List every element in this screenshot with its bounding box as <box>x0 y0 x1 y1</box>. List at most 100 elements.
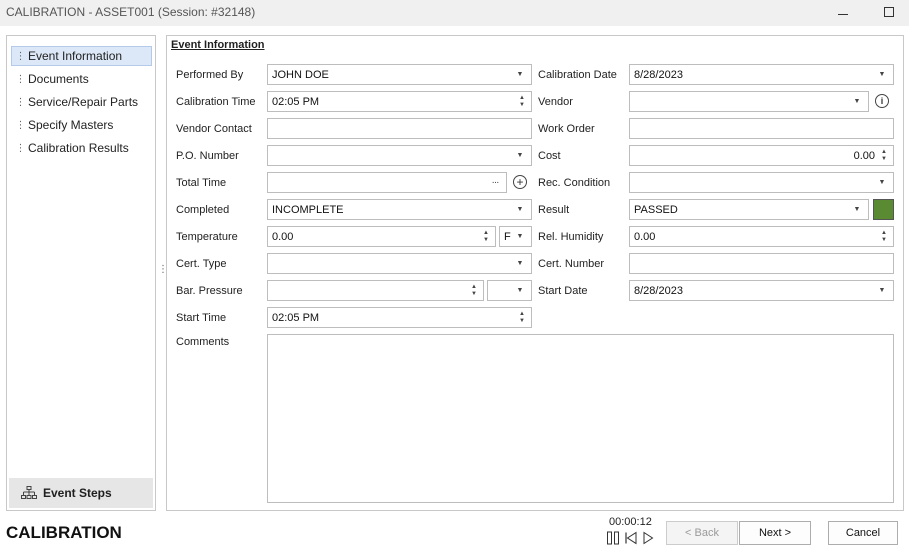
chevron-down-icon: ▼ <box>516 152 524 159</box>
rel-humidity-label: Rel. Humidity <box>538 231 604 243</box>
spinner-arrows-icon[interactable]: ▲ ▼ <box>879 149 889 163</box>
vendor-contact-label: Vendor Contact <box>176 123 252 135</box>
cert-type-label: Cert. Type <box>176 258 227 270</box>
comments-label: Comments <box>176 336 230 348</box>
event-steps-label: Event Steps <box>43 486 112 500</box>
grip-dots-icon: ⋮ <box>15 50 26 62</box>
ellipsis-icon[interactable]: ··· <box>488 177 502 188</box>
grip-dots-icon: ⋮ <box>15 142 26 154</box>
calibration-date-label: Calibration Date <box>538 69 617 81</box>
po-number-label: P.O. Number <box>176 150 239 162</box>
play-button[interactable] <box>642 531 654 545</box>
title-bar: CALIBRATION - ASSET001 (Session: #32148) <box>0 0 909 26</box>
minimize-icon <box>838 13 848 15</box>
sidebar-item-label: Event Information <box>28 49 123 63</box>
spinner-arrows-icon[interactable]: ▲ ▼ <box>481 230 491 244</box>
calibration-date-picker[interactable]: 8/28/2023 ▼ <box>629 64 894 85</box>
chevron-down-icon: ▼ <box>878 179 886 186</box>
section-title: Event Information <box>171 39 265 51</box>
total-time-label: Total Time <box>176 177 227 189</box>
chevron-down-icon: ▼ <box>878 71 886 78</box>
total-time-input[interactable]: ··· <box>267 172 507 193</box>
info-icon[interactable]: i <box>875 94 889 108</box>
completed-label: Completed <box>176 204 230 216</box>
performed-by-label: Performed By <box>176 69 244 81</box>
event-steps-tab[interactable]: Event Steps <box>9 478 153 508</box>
vendor-label: Vendor <box>538 96 573 108</box>
performed-by-select[interactable]: JOHN DOE ▼ <box>267 64 532 85</box>
comments-textarea[interactable] <box>267 334 894 503</box>
page-title: CALIBRATION <box>6 523 122 542</box>
bar-pressure-unit-select[interactable]: ▼ <box>487 280 532 301</box>
spinner-arrows-icon[interactable]: ▲ ▼ <box>517 95 527 109</box>
play-icon <box>643 531 654 545</box>
grip-dots-icon: ⋮ <box>15 96 26 108</box>
next-button[interactable]: Next > <box>739 521 811 545</box>
bar-pressure-label: Bar. Pressure <box>176 285 243 297</box>
grip-dots-icon: ⋮ <box>15 119 26 131</box>
chevron-down-icon: ▼ <box>853 206 861 213</box>
start-date-picker[interactable]: 8/28/2023 ▼ <box>629 280 894 301</box>
chevron-down-icon: ▼ <box>878 287 886 294</box>
restart-button[interactable] <box>624 531 638 545</box>
cost-label: Cost <box>538 150 561 162</box>
completed-select[interactable]: INCOMPLETE ▼ <box>267 199 532 220</box>
start-date-label: Start Date <box>538 285 588 297</box>
pause-button[interactable] <box>606 531 620 545</box>
sidebar-item-label: Service/Repair Parts <box>28 95 139 109</box>
start-time-spinner[interactable]: 02:05 PM ▲ ▼ <box>267 307 532 328</box>
vendor-select[interactable]: ▼ <box>629 91 869 112</box>
chevron-down-icon: ▼ <box>516 260 524 267</box>
temperature-unit-select[interactable]: F ▼ <box>499 226 532 247</box>
sidebar-item-label: Calibration Results <box>28 141 129 155</box>
chevron-down-icon: ▼ <box>516 287 524 294</box>
grip-dots-icon: ⋮ <box>15 73 26 85</box>
start-time-label: Start Time <box>176 312 227 324</box>
result-select[interactable]: PASSED ▼ <box>629 199 869 220</box>
chevron-down-icon: ▼ <box>853 98 861 105</box>
rel-humidity-spinner[interactable]: 0.00 ▲ ▼ <box>629 226 894 247</box>
chevron-down-icon: ▼ <box>516 71 524 78</box>
sidebar-item-calibration-results[interactable]: ⋮ Calibration Results <box>11 138 152 158</box>
minimize-button[interactable] <box>832 3 854 21</box>
result-color-swatch[interactable] <box>873 199 894 220</box>
sidebar-item-service-repair-parts[interactable]: ⋮ Service/Repair Parts <box>11 92 152 112</box>
back-button[interactable]: < Back <box>666 521 738 545</box>
rec-condition-select[interactable]: ▼ <box>629 172 894 193</box>
plus-circle-icon[interactable]: + <box>513 175 527 189</box>
window-title: CALIBRATION - ASSET001 (Session: #32148) <box>6 5 256 19</box>
org-chart-icon <box>21 486 37 499</box>
event-information-panel: Event Information Performed By JOHN DOE … <box>166 35 904 511</box>
rec-condition-label: Rec. Condition <box>538 177 611 189</box>
spinner-arrows-icon[interactable]: ▲ ▼ <box>879 230 889 244</box>
spinner-arrows-icon[interactable]: ▲ ▼ <box>517 311 527 325</box>
calibration-time-label: Calibration Time <box>176 96 256 108</box>
session-timer: 00:00:12 <box>609 516 652 528</box>
cost-spinner[interactable]: 0.00 ▲ ▼ <box>629 145 894 166</box>
temperature-spinner[interactable]: 0.00 ▲ ▼ <box>267 226 496 247</box>
cert-number-input[interactable] <box>629 253 894 274</box>
event-steps-sidebar: ⋮ Event Information ⋮ Documents ⋮ Servic… <box>6 35 156 511</box>
work-order-input[interactable] <box>629 118 894 139</box>
splitter-handle[interactable]: ⋮ <box>158 265 168 280</box>
sidebar-item-documents[interactable]: ⋮ Documents <box>11 69 152 89</box>
skip-back-icon <box>625 531 637 545</box>
pause-icon <box>607 531 619 545</box>
cancel-button[interactable]: Cancel <box>828 521 898 545</box>
work-order-label: Work Order <box>538 123 595 135</box>
sidebar-item-event-information[interactable]: ⋮ Event Information <box>11 46 152 66</box>
spinner-arrows-icon[interactable]: ▲ ▼ <box>469 284 479 298</box>
sidebar-item-label: Specify Masters <box>28 118 114 132</box>
cert-type-select[interactable]: ▼ <box>267 253 532 274</box>
sidebar-item-specify-masters[interactable]: ⋮ Specify Masters <box>11 115 152 135</box>
result-label: Result <box>538 204 570 216</box>
chevron-down-icon: ▼ <box>516 206 524 213</box>
maximize-button[interactable] <box>878 3 900 21</box>
cert-number-label: Cert. Number <box>538 258 605 270</box>
po-number-select[interactable]: ▼ <box>267 145 532 166</box>
calibration-time-spinner[interactable]: 02:05 PM ▲ ▼ <box>267 91 532 112</box>
bar-pressure-spinner[interactable]: ▲ ▼ <box>267 280 484 301</box>
maximize-icon <box>884 7 894 17</box>
sidebar-item-label: Documents <box>28 72 89 86</box>
vendor-contact-input[interactable] <box>267 118 532 139</box>
